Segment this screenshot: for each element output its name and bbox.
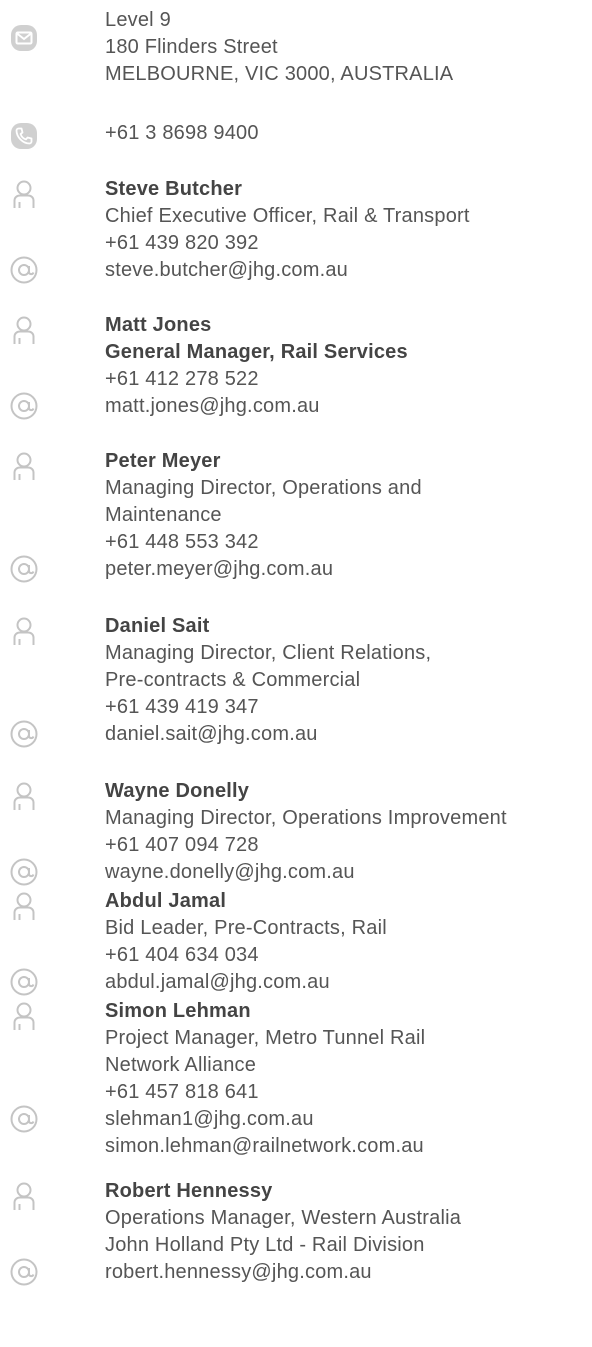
contact-name: Peter Meyer — [105, 450, 221, 472]
contact-email: steve.butcher@jhg.com.au — [105, 259, 349, 281]
contact-card: Abdul Jamal Bid Leader, Pre-Contracts, Ra… — [105, 888, 592, 996]
contact-name: Daniel Sait — [105, 615, 210, 637]
phone-icon — [8, 120, 40, 152]
at-sign-icon — [8, 856, 40, 888]
at-sign-icon — [8, 1103, 40, 1135]
at-sign-icon — [8, 1256, 40, 1288]
contact-card: Robert Hennessy Operations Manager, Weste… — [105, 1178, 592, 1286]
person-icon — [8, 780, 40, 812]
contact-card: Matt Jones General Manager, Rail Services… — [105, 312, 592, 420]
contact-title: Operations Manager, Western Australia — [105, 1207, 462, 1229]
person-icon — [8, 178, 40, 210]
contact-page: Level 9 180 Flinders Street MELBOURNE, V… — [0, 0, 592, 1347]
contact-name: Simon Lehman — [105, 1000, 251, 1022]
contact-phone: +61 448 553 342 — [105, 531, 259, 553]
contact-phone: +61 457 818 641 — [105, 1081, 259, 1103]
address-line-3: MELBOURNE, VIC 3000, AUSTRALIA — [105, 63, 454, 85]
contact-title: Maintenance — [105, 504, 222, 526]
contact-email: slehman1@jhg.com.au — [105, 1108, 314, 1130]
at-sign-icon — [8, 254, 40, 286]
contact-name: Wayne Donelly — [105, 780, 250, 802]
contact-title: John Holland Pty Ltd - Rail Division — [105, 1234, 425, 1256]
contact-title: Network Alliance — [105, 1054, 257, 1076]
contact-email: abdul.jamal@jhg.com.au — [105, 971, 330, 993]
contact-email: daniel.sait@jhg.com.au — [105, 723, 318, 745]
contact-title: Project Manager, Metro Tunnel Rail — [105, 1027, 426, 1049]
contact-phone: +61 404 634 034 — [105, 944, 259, 966]
at-sign-icon — [8, 553, 40, 585]
contact-title: Pre-contracts & Commercial — [105, 669, 361, 691]
contact-card: Wayne Donelly Managing Director, Operatio… — [105, 778, 592, 886]
contact-card: Simon Lehman Project Manager, Metro Tunne… — [105, 998, 592, 1160]
contact-phone: +61 407 094 728 — [105, 834, 259, 856]
contact-card: Daniel Sait Managing Director, Client Rel… — [105, 613, 592, 748]
phone-block: +61 3 8698 9400 — [105, 120, 592, 147]
person-icon — [8, 1000, 40, 1032]
contact-email: peter.meyer@jhg.com.au — [105, 558, 334, 580]
person-icon — [8, 890, 40, 922]
main-phone: +61 3 8698 9400 — [105, 122, 259, 144]
address-block: Level 9 180 Flinders Street MELBOURNE, V… — [105, 7, 592, 88]
contact-title: Bid Leader, Pre-Contracts, Rail — [105, 917, 387, 939]
contact-phone: +61 439 419 347 — [105, 696, 259, 718]
contact-name: Robert Hennessy — [105, 1180, 273, 1202]
contact-phone: +61 439 820 392 — [105, 232, 259, 254]
at-sign-icon — [8, 718, 40, 750]
contact-email: robert.hennessy@jhg.com.au — [105, 1261, 372, 1283]
person-icon — [8, 615, 40, 647]
address-line-1: Level 9 — [105, 9, 171, 31]
contact-name: Abdul Jamal — [105, 890, 227, 912]
person-icon — [8, 450, 40, 482]
person-icon — [8, 1180, 40, 1212]
envelope-icon — [8, 22, 40, 54]
address-line-2: 180 Flinders Street — [105, 36, 278, 58]
contact-title: Managing Director, Client Relations, — [105, 642, 432, 664]
contact-title: Managing Director, Operations and — [105, 477, 422, 499]
contact-title: Managing Director, Operations Improvemen… — [105, 807, 507, 829]
contact-email: wayne.donelly@jhg.com.au — [105, 861, 355, 883]
contact-email: matt.jones@jhg.com.au — [105, 395, 320, 417]
contact-phone: +61 412 278 522 — [105, 368, 259, 390]
at-sign-icon — [8, 390, 40, 422]
contact-name: Matt Jones — [105, 314, 212, 336]
contact-name: Steve Butcher — [105, 178, 243, 200]
person-icon — [8, 314, 40, 346]
contact-title: General Manager, Rail Services — [105, 341, 408, 363]
contact-title: Chief Executive Officer, Rail & Transpor… — [105, 205, 470, 227]
contact-email: simon.lehman@railnetwork.com.au — [105, 1135, 424, 1157]
at-sign-icon — [8, 966, 40, 998]
contact-card: Steve Butcher Chief Executive Officer, Ra… — [105, 176, 592, 284]
contact-card: Peter Meyer Managing Director, Operations… — [105, 448, 592, 583]
